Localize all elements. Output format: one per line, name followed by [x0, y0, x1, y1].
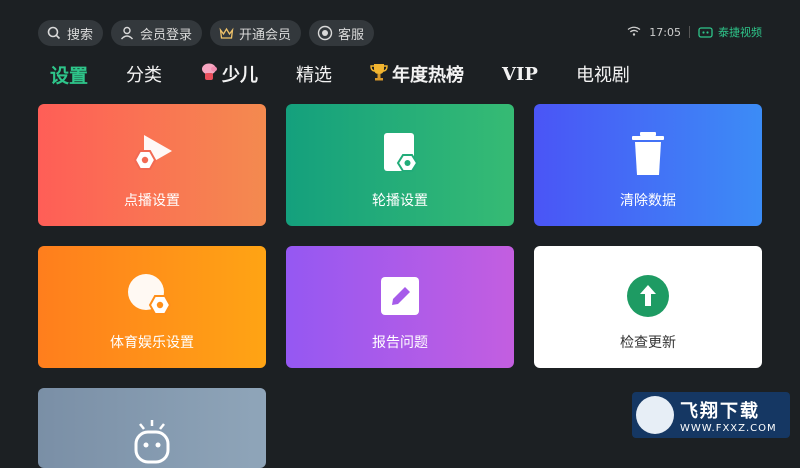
- wifi-icon: [627, 26, 641, 39]
- member-login-label: 会员登录: [140, 27, 193, 43]
- open-vip-label: 开通会员: [239, 27, 292, 43]
- category-nav: 设置 分类 少儿 精选 年度热榜 VIP 电视剧: [50, 56, 668, 92]
- nav-item-annual-chart[interactable]: 年度热榜: [370, 61, 464, 87]
- tile-vod-settings[interactable]: 点播设置: [38, 104, 266, 226]
- open-vip-button[interactable]: 开通会员: [210, 20, 302, 46]
- nav-item-category[interactable]: 分类: [126, 61, 162, 87]
- tile-label: 轮播设置: [372, 193, 428, 209]
- watermark-logo-icon: [636, 396, 674, 434]
- clock-time: 17:05: [649, 25, 681, 39]
- tile-robot[interactable]: [38, 388, 266, 468]
- tile-clear-data[interactable]: 清除数据: [534, 104, 762, 226]
- tv-robot-icon: [698, 27, 713, 38]
- nav-item-featured[interactable]: 精选: [296, 61, 332, 87]
- member-login-button[interactable]: 会员登录: [111, 20, 203, 46]
- tile-check-update[interactable]: 检查更新: [534, 246, 762, 368]
- nav-item-vip[interactable]: VIP: [502, 64, 538, 85]
- trophy-icon: [370, 62, 388, 87]
- tile-sports-entertainment-settings[interactable]: 体育娱乐设置: [38, 246, 266, 368]
- divider: [689, 26, 690, 38]
- file-gear-icon: [372, 130, 428, 178]
- watermark-url: WWW.FXXZ.COM: [680, 422, 777, 434]
- watermark-title: 飞翔下载: [680, 400, 760, 422]
- headset-icon: [317, 25, 333, 41]
- nav-item-tv-series[interactable]: 电视剧: [576, 61, 630, 87]
- nav-item-annual-chart-label: 年度热榜: [392, 65, 465, 86]
- nav-item-kids[interactable]: 少儿: [200, 61, 258, 87]
- search-icon: [46, 25, 62, 41]
- trash-icon: [620, 130, 676, 178]
- tile-report-issue[interactable]: 报告问题: [286, 246, 514, 368]
- customer-service-button[interactable]: 客服: [309, 20, 375, 46]
- search-button[interactable]: 搜索: [38, 20, 104, 46]
- search-label: 搜索: [67, 27, 94, 43]
- status-area: 17:05 泰捷视频: [627, 24, 762, 40]
- tile-label: 检查更新: [620, 335, 676, 351]
- edit-icon: [372, 272, 428, 320]
- tile-carousel-settings[interactable]: 轮播设置: [286, 104, 514, 226]
- nav-item-settings[interactable]: 设置: [50, 61, 88, 88]
- tile-label: 点播设置: [124, 193, 180, 209]
- user-icon: [119, 25, 135, 41]
- nav-item-kids-label: 少儿: [222, 65, 259, 86]
- tile-label: 报告问题: [372, 335, 428, 351]
- crown-icon: [218, 25, 234, 41]
- customer-service-label: 客服: [338, 27, 365, 43]
- top-bar: 搜索 会员登录 开通会员 客服: [38, 20, 375, 46]
- tile-label: 体育娱乐设置: [110, 335, 194, 351]
- brand-logo: 泰捷视频: [698, 24, 762, 40]
- brand-name: 泰捷视频: [718, 26, 762, 39]
- play-gear-icon: [124, 130, 180, 178]
- up-arrow-icon: [620, 272, 676, 320]
- tile-label: 清除数据: [620, 193, 676, 209]
- peppa-pig-icon: [200, 62, 218, 87]
- robot-icon: [124, 418, 180, 464]
- ball-gear-icon: [124, 272, 180, 320]
- watermark: 飞翔下载 WWW.FXXZ.COM: [632, 392, 790, 438]
